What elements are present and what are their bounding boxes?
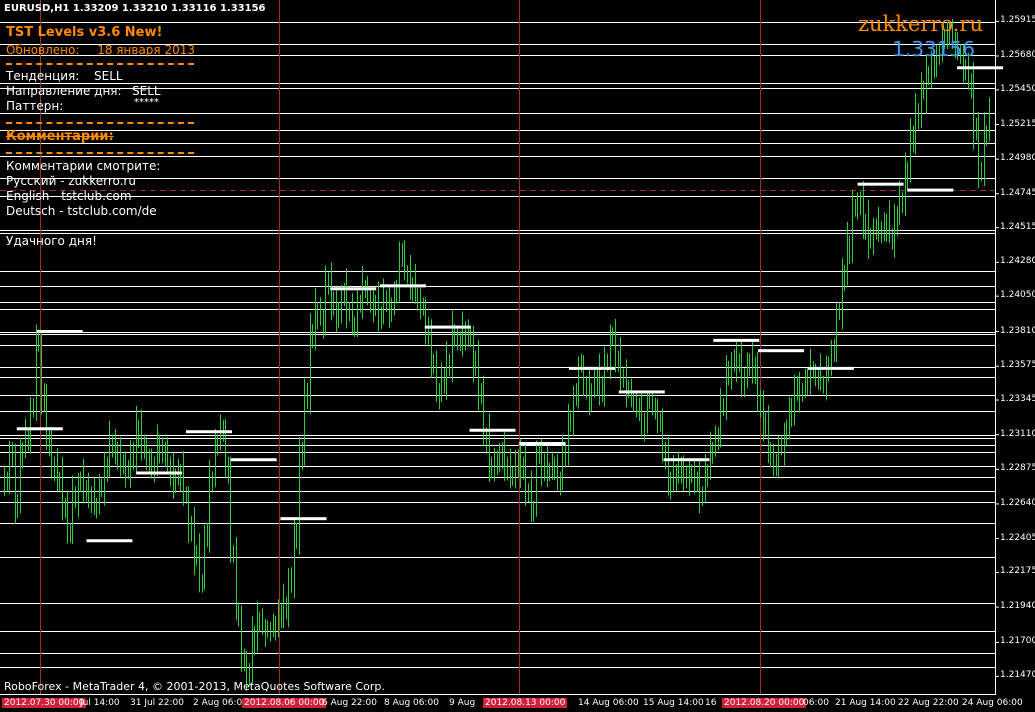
time-tick-label: 06:00: [803, 698, 829, 708]
price-tick-label: 1.25450: [1000, 83, 1035, 94]
pivot-dash: [907, 188, 954, 192]
time-tick-label: 24 Aug 06:00: [962, 698, 1023, 708]
price-tick-label: 1.24980: [1000, 153, 1035, 164]
site-watermark: zukkerro.ru: [857, 12, 983, 36]
price-tick-label: 1.23810: [1000, 325, 1035, 336]
pivot-dash: [569, 366, 616, 370]
indicator-title: TST Levels v3.6 New!: [6, 25, 163, 40]
time-tick-label: 2012.08.20 00:00: [722, 698, 807, 708]
price-tick-label: 1.22875: [1000, 463, 1035, 474]
comments-intro: Комментарии смотрите:: [6, 159, 161, 173]
price-tick-label: 1.21940: [1000, 601, 1035, 612]
price-tick-label: 1.24050: [1000, 290, 1035, 301]
pivot-dash: [185, 430, 232, 434]
pivot-dash: [663, 458, 710, 462]
pivot-dash: [36, 330, 83, 334]
day-direction-value: SELL: [132, 84, 161, 98]
price-tick-label: 1.22640: [1000, 497, 1035, 508]
time-tick-label: 2012.07.30 00:00: [2, 698, 87, 708]
pivot-dash: [758, 349, 805, 353]
time-tick-label: 14 Aug 06:00: [578, 698, 639, 708]
pivot-dash: [618, 390, 665, 394]
time-tick-label: 6 Aug 22:00: [322, 698, 377, 708]
price-tick-label: 1.22405: [1000, 532, 1035, 543]
divider: [6, 152, 194, 154]
updated-line: Обновлено: 18 января 2013: [6, 43, 195, 57]
pivot-dash: [469, 428, 516, 432]
pivot-dash: [424, 325, 471, 329]
pivot-dash: [807, 366, 854, 370]
time-tick-label: 8 Aug 06:00: [384, 698, 439, 708]
price-tick-label: 1.24515: [1000, 221, 1035, 232]
time-tick-label: 2012.08.06 00:00: [242, 698, 327, 708]
pivot-dash: [713, 338, 760, 342]
trend-value: SELL: [94, 69, 123, 83]
updated-date: 18 января 2013: [97, 43, 195, 57]
mt4-chart-window[interactable]: EURUSD,H1 1.33209 1.33210 1.33116 1.3315…: [0, 0, 1035, 712]
pattern-value: *****: [134, 97, 159, 108]
pivot-dash: [86, 539, 133, 543]
pattern-label: Паттерн:: [6, 99, 64, 113]
price-tick-label: 1.21700: [1000, 636, 1035, 647]
price-tick-label: 1.23110: [1000, 428, 1035, 439]
price-tick-label: 1.22175: [1000, 566, 1035, 577]
day-direction-label: Направление дня:: [6, 84, 122, 98]
copyright-footer: RoboForex - MetaTrader 4, © 2001-2013, M…: [4, 680, 385, 693]
price-tick-label: 1.21470: [1000, 670, 1035, 681]
bid-price: 1.33156: [892, 37, 975, 61]
time-tick-label: 15 Aug 14:00: [643, 698, 704, 708]
link-ru[interactable]: Русский - zukkerro.ru: [6, 174, 136, 188]
time-tick-label: 22 Aug 22:00: [898, 698, 959, 708]
price-tick-label: 1.25915: [1000, 15, 1035, 26]
time-tick-label: 31 Jul 22:00: [130, 698, 184, 708]
price-tick-label: 1.24280: [1000, 256, 1035, 267]
farewell-text: Удачного дня!: [6, 234, 97, 248]
price-tick-label: 1.23575: [1000, 360, 1035, 371]
pivot-dash: [519, 442, 566, 446]
time-tick-label: 2 Aug 06:00: [193, 698, 248, 708]
trend-label: Тенденция:: [6, 69, 80, 83]
comments-heading: Комментарии:: [6, 129, 114, 144]
divider: [6, 122, 194, 124]
link-en[interactable]: English - tstclub.com: [6, 189, 132, 203]
price-tick-label: 1.24745: [1000, 187, 1035, 198]
symbol-info-line: EURUSD,H1 1.33209 1.33210 1.33116 1.3315…: [4, 3, 266, 14]
pivot-dash: [379, 284, 426, 288]
divider: [6, 63, 194, 65]
link-de[interactable]: Deutsch - tstclub.com/de: [6, 204, 157, 218]
price-tick-label: 1.23345: [1000, 394, 1035, 405]
time-tick-label: 21 Aug 14:00: [835, 698, 896, 708]
pivot-dash: [16, 427, 63, 431]
time-tick-label: 16: [705, 698, 717, 708]
time-tick-label: 9 Aug: [449, 698, 476, 708]
time-tick-label: 2012.08.13 00:00: [483, 698, 568, 708]
pivot-dash: [330, 287, 377, 291]
pivot-dash: [957, 66, 1004, 70]
updated-label: Обновлено:: [6, 43, 80, 57]
pivot-dash: [280, 517, 327, 521]
time-tick-label: Jul 14:00: [80, 698, 120, 708]
pivot-dash: [857, 182, 904, 186]
pivot-dash: [230, 458, 277, 462]
pivot-dash: [136, 471, 183, 475]
price-tick-label: 1.25680: [1000, 49, 1035, 60]
price-tick-label: 1.25215: [1000, 118, 1035, 129]
